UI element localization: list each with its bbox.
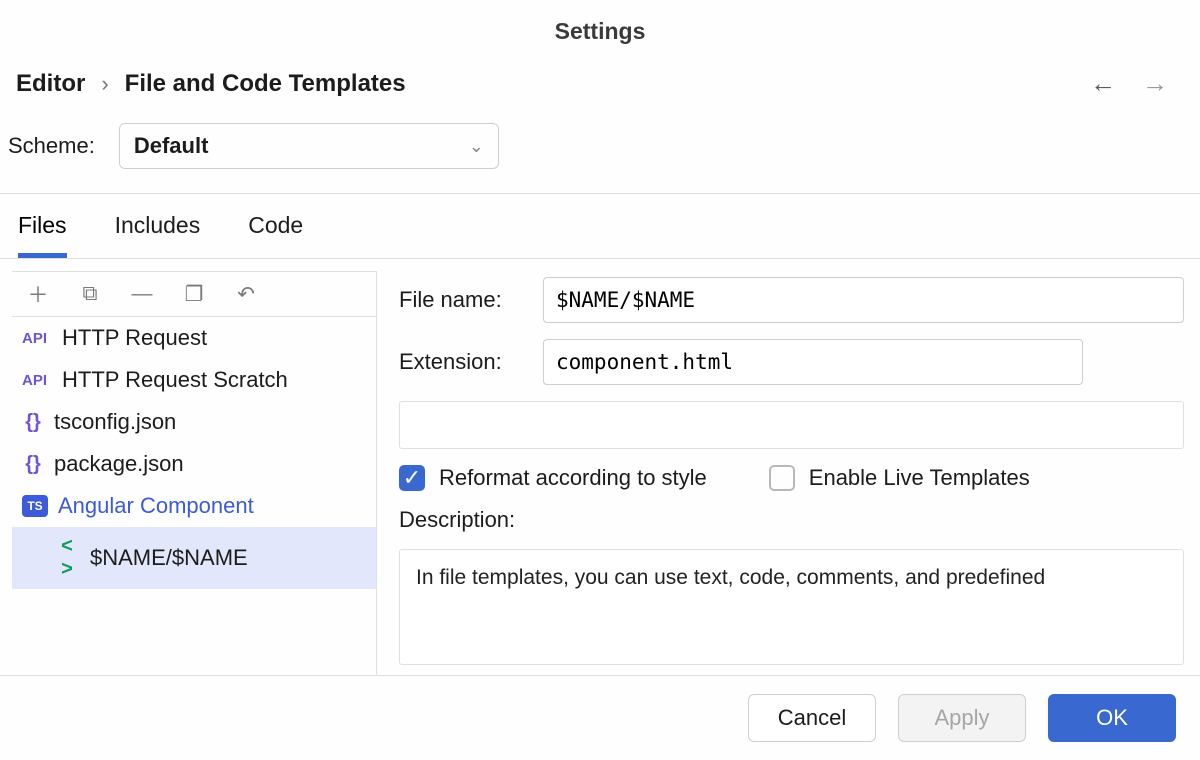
- reformat-label: Reformat according to style: [439, 465, 707, 491]
- scheme-row: Scheme: Default ⌄: [0, 123, 1200, 194]
- list-item[interactable]: {} package.json: [12, 443, 376, 485]
- ts-icon: TS: [22, 495, 48, 517]
- list-item-label: $NAME/$NAME: [90, 545, 248, 571]
- live-templates-checkbox[interactable]: Enable Live Templates: [769, 465, 1030, 491]
- description-box: In file templates, you can use text, cod…: [399, 549, 1184, 665]
- list-item[interactable]: API HTTP Request: [12, 317, 376, 359]
- breadcrumb-page: File and Code Templates: [125, 70, 406, 98]
- extension-row: Extension:: [399, 339, 1184, 385]
- template-sidebar: ＋ ⧉ — ❐ ↶ API HTTP Request API HTTP Requ…: [12, 271, 377, 675]
- duplicate-icon[interactable]: ❐: [182, 282, 206, 306]
- scheme-label: Scheme:: [8, 133, 95, 159]
- live-templates-label: Enable Live Templates: [809, 465, 1030, 491]
- tab-files[interactable]: Files: [18, 212, 67, 258]
- window-title: Settings: [0, 0, 1200, 62]
- content: ＋ ⧉ — ❐ ↶ API HTTP Request API HTTP Requ…: [0, 259, 1200, 676]
- list-item[interactable]: API HTTP Request Scratch: [12, 359, 376, 401]
- options-row: ✓ Reformat according to style Enable Liv…: [399, 465, 1184, 491]
- filename-row: File name:: [399, 277, 1184, 323]
- breadcrumb-root[interactable]: Editor: [16, 70, 85, 98]
- cancel-button[interactable]: Cancel: [748, 694, 876, 742]
- copy-template-icon[interactable]: ⧉: [78, 282, 102, 306]
- chevron-down-icon: ⌄: [469, 136, 484, 157]
- tabs: Files Includes Code: [0, 194, 1200, 259]
- angle-brackets-icon: < >: [54, 535, 80, 581]
- template-editor[interactable]: [399, 401, 1184, 449]
- settings-window: Settings Editor › File and Code Template…: [0, 0, 1200, 760]
- api-icon: API: [22, 330, 52, 347]
- list-item[interactable]: {} tsconfig.json: [12, 401, 376, 443]
- filename-input[interactable]: [543, 277, 1184, 323]
- extension-label: Extension:: [399, 349, 529, 375]
- dialog-footer: Cancel Apply OK: [0, 676, 1200, 760]
- list-item-label: HTTP Request Scratch: [62, 367, 288, 393]
- breadcrumb-separator-icon: ›: [101, 71, 108, 97]
- tab-code[interactable]: Code: [248, 212, 303, 258]
- nav-forward-icon[interactable]: →: [1142, 68, 1168, 99]
- ok-button[interactable]: OK: [1048, 694, 1176, 742]
- nav-arrows: ← →: [1090, 68, 1184, 99]
- template-list: API HTTP Request API HTTP Request Scratc…: [12, 317, 376, 675]
- add-icon[interactable]: ＋: [26, 282, 50, 306]
- tab-includes[interactable]: Includes: [115, 212, 201, 258]
- undo-icon[interactable]: ↶: [234, 282, 258, 306]
- json-icon: {}: [22, 453, 44, 476]
- checkbox-checked-icon: ✓: [399, 465, 425, 491]
- scheme-value: Default: [134, 133, 209, 159]
- list-item-label: HTTP Request: [62, 325, 207, 351]
- reformat-checkbox[interactable]: ✓ Reformat according to style: [399, 465, 707, 491]
- api-icon: API: [22, 372, 52, 389]
- json-icon: {}: [22, 411, 44, 434]
- nav-back-icon[interactable]: ←: [1090, 68, 1116, 99]
- list-item-label: tsconfig.json: [54, 409, 176, 435]
- filename-label: File name:: [399, 287, 529, 313]
- sidebar-toolbar: ＋ ⧉ — ❐ ↶: [12, 272, 376, 317]
- apply-button[interactable]: Apply: [898, 694, 1026, 742]
- description-label: Description:: [399, 507, 1184, 533]
- list-item-child-template[interactable]: < > $NAME/$NAME: [12, 527, 376, 589]
- breadcrumb: Editor › File and Code Templates: [16, 70, 406, 98]
- template-detail: File name: Extension: ✓ Reformat accordi…: [377, 259, 1200, 675]
- list-item-label: Angular Component: [58, 493, 254, 519]
- list-item-label: package.json: [54, 451, 184, 477]
- list-item-angular-component[interactable]: TS Angular Component: [12, 485, 376, 527]
- scheme-select[interactable]: Default ⌄: [119, 123, 499, 169]
- extension-input[interactable]: [543, 339, 1083, 385]
- breadcrumb-row: Editor › File and Code Templates ← →: [0, 62, 1200, 123]
- checkbox-unchecked-icon: [769, 465, 795, 491]
- remove-icon[interactable]: —: [130, 282, 154, 306]
